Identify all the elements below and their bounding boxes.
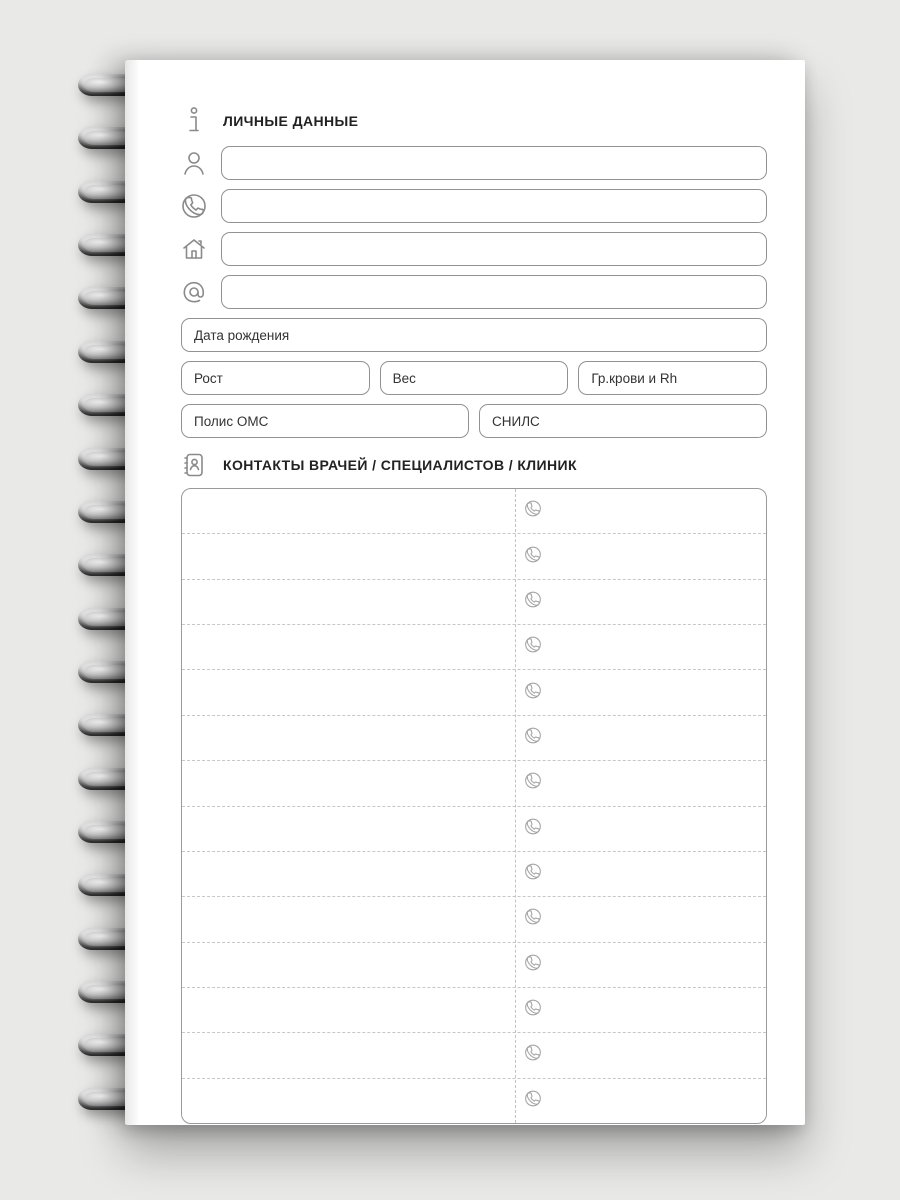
page-content: ЛИЧНЫЕ ДАННЫЕ xyxy=(181,106,767,1085)
phone-icon xyxy=(525,546,541,567)
contacts-row[interactable] xyxy=(182,897,766,942)
field-phone xyxy=(181,189,767,223)
contacts-row[interactable] xyxy=(182,670,766,715)
oms-input[interactable]: Полис ОМС xyxy=(181,404,469,438)
section-title-personal: ЛИЧНЫЕ ДАННЫЕ xyxy=(223,113,358,129)
person-icon xyxy=(181,150,207,176)
phone-icon xyxy=(525,501,541,522)
contacts-row[interactable] xyxy=(182,489,766,534)
contacts-row[interactable] xyxy=(182,988,766,1033)
weight-input[interactable]: Вес xyxy=(380,361,569,395)
address-book-icon xyxy=(181,452,207,478)
section-header-contacts: КОНТАКТЫ ВРАЧЕЙ / СПЕЦИАЛИСТОВ / КЛИНИК xyxy=(181,452,767,478)
phone-icon xyxy=(525,773,541,794)
home-icon xyxy=(181,237,207,261)
phone-icon xyxy=(525,727,541,748)
dob-input[interactable]: Дата рождения xyxy=(181,318,767,352)
blood-input[interactable]: Гр.крови и Rh xyxy=(578,361,767,395)
notebook-page: ЛИЧНЫЕ ДАННЫЕ xyxy=(125,60,805,1125)
phone-icon xyxy=(525,1090,541,1111)
section-title-contacts: КОНТАКТЫ ВРАЧЕЙ / СПЕЦИАЛИСТОВ / КЛИНИК xyxy=(223,457,577,473)
phone-icon xyxy=(525,864,541,885)
phone-icon xyxy=(181,194,207,218)
contacts-row[interactable] xyxy=(182,852,766,897)
contacts-row[interactable] xyxy=(182,1033,766,1078)
phone-icon xyxy=(525,682,541,703)
contacts-row[interactable] xyxy=(182,534,766,579)
phone-icon xyxy=(525,591,541,612)
dob-label: Дата рождения xyxy=(194,328,289,343)
contacts-row[interactable] xyxy=(182,943,766,988)
contacts-row[interactable] xyxy=(182,761,766,806)
blood-label: Гр.крови и Rh xyxy=(591,371,677,386)
field-address xyxy=(181,232,767,266)
contacts-table[interactable] xyxy=(181,488,767,1124)
email-input[interactable] xyxy=(221,275,767,309)
address-input[interactable] xyxy=(221,232,767,266)
contacts-row[interactable] xyxy=(182,716,766,761)
info-icon xyxy=(181,106,207,136)
contacts-row[interactable] xyxy=(182,1079,766,1123)
snils-input[interactable]: СНИЛС xyxy=(479,404,767,438)
snils-label: СНИЛС xyxy=(492,414,540,429)
phone-input[interactable] xyxy=(221,189,767,223)
oms-label: Полис ОМС xyxy=(194,414,268,429)
phone-icon xyxy=(525,1000,541,1021)
phone-icon xyxy=(525,909,541,930)
name-input[interactable] xyxy=(221,146,767,180)
contacts-row[interactable] xyxy=(182,625,766,670)
phone-icon xyxy=(525,1045,541,1066)
phone-icon xyxy=(525,954,541,975)
field-name xyxy=(181,146,767,180)
contacts-row[interactable] xyxy=(182,580,766,625)
field-email xyxy=(181,275,767,309)
contacts-row[interactable] xyxy=(182,807,766,852)
height-label: Рост xyxy=(194,371,223,386)
phone-icon xyxy=(525,818,541,839)
at-icon xyxy=(181,279,207,305)
weight-label: Вес xyxy=(393,371,416,386)
section-header-personal: ЛИЧНЫЕ ДАННЫЕ xyxy=(181,106,767,136)
height-input[interactable]: Рост xyxy=(181,361,370,395)
phone-icon xyxy=(525,637,541,658)
